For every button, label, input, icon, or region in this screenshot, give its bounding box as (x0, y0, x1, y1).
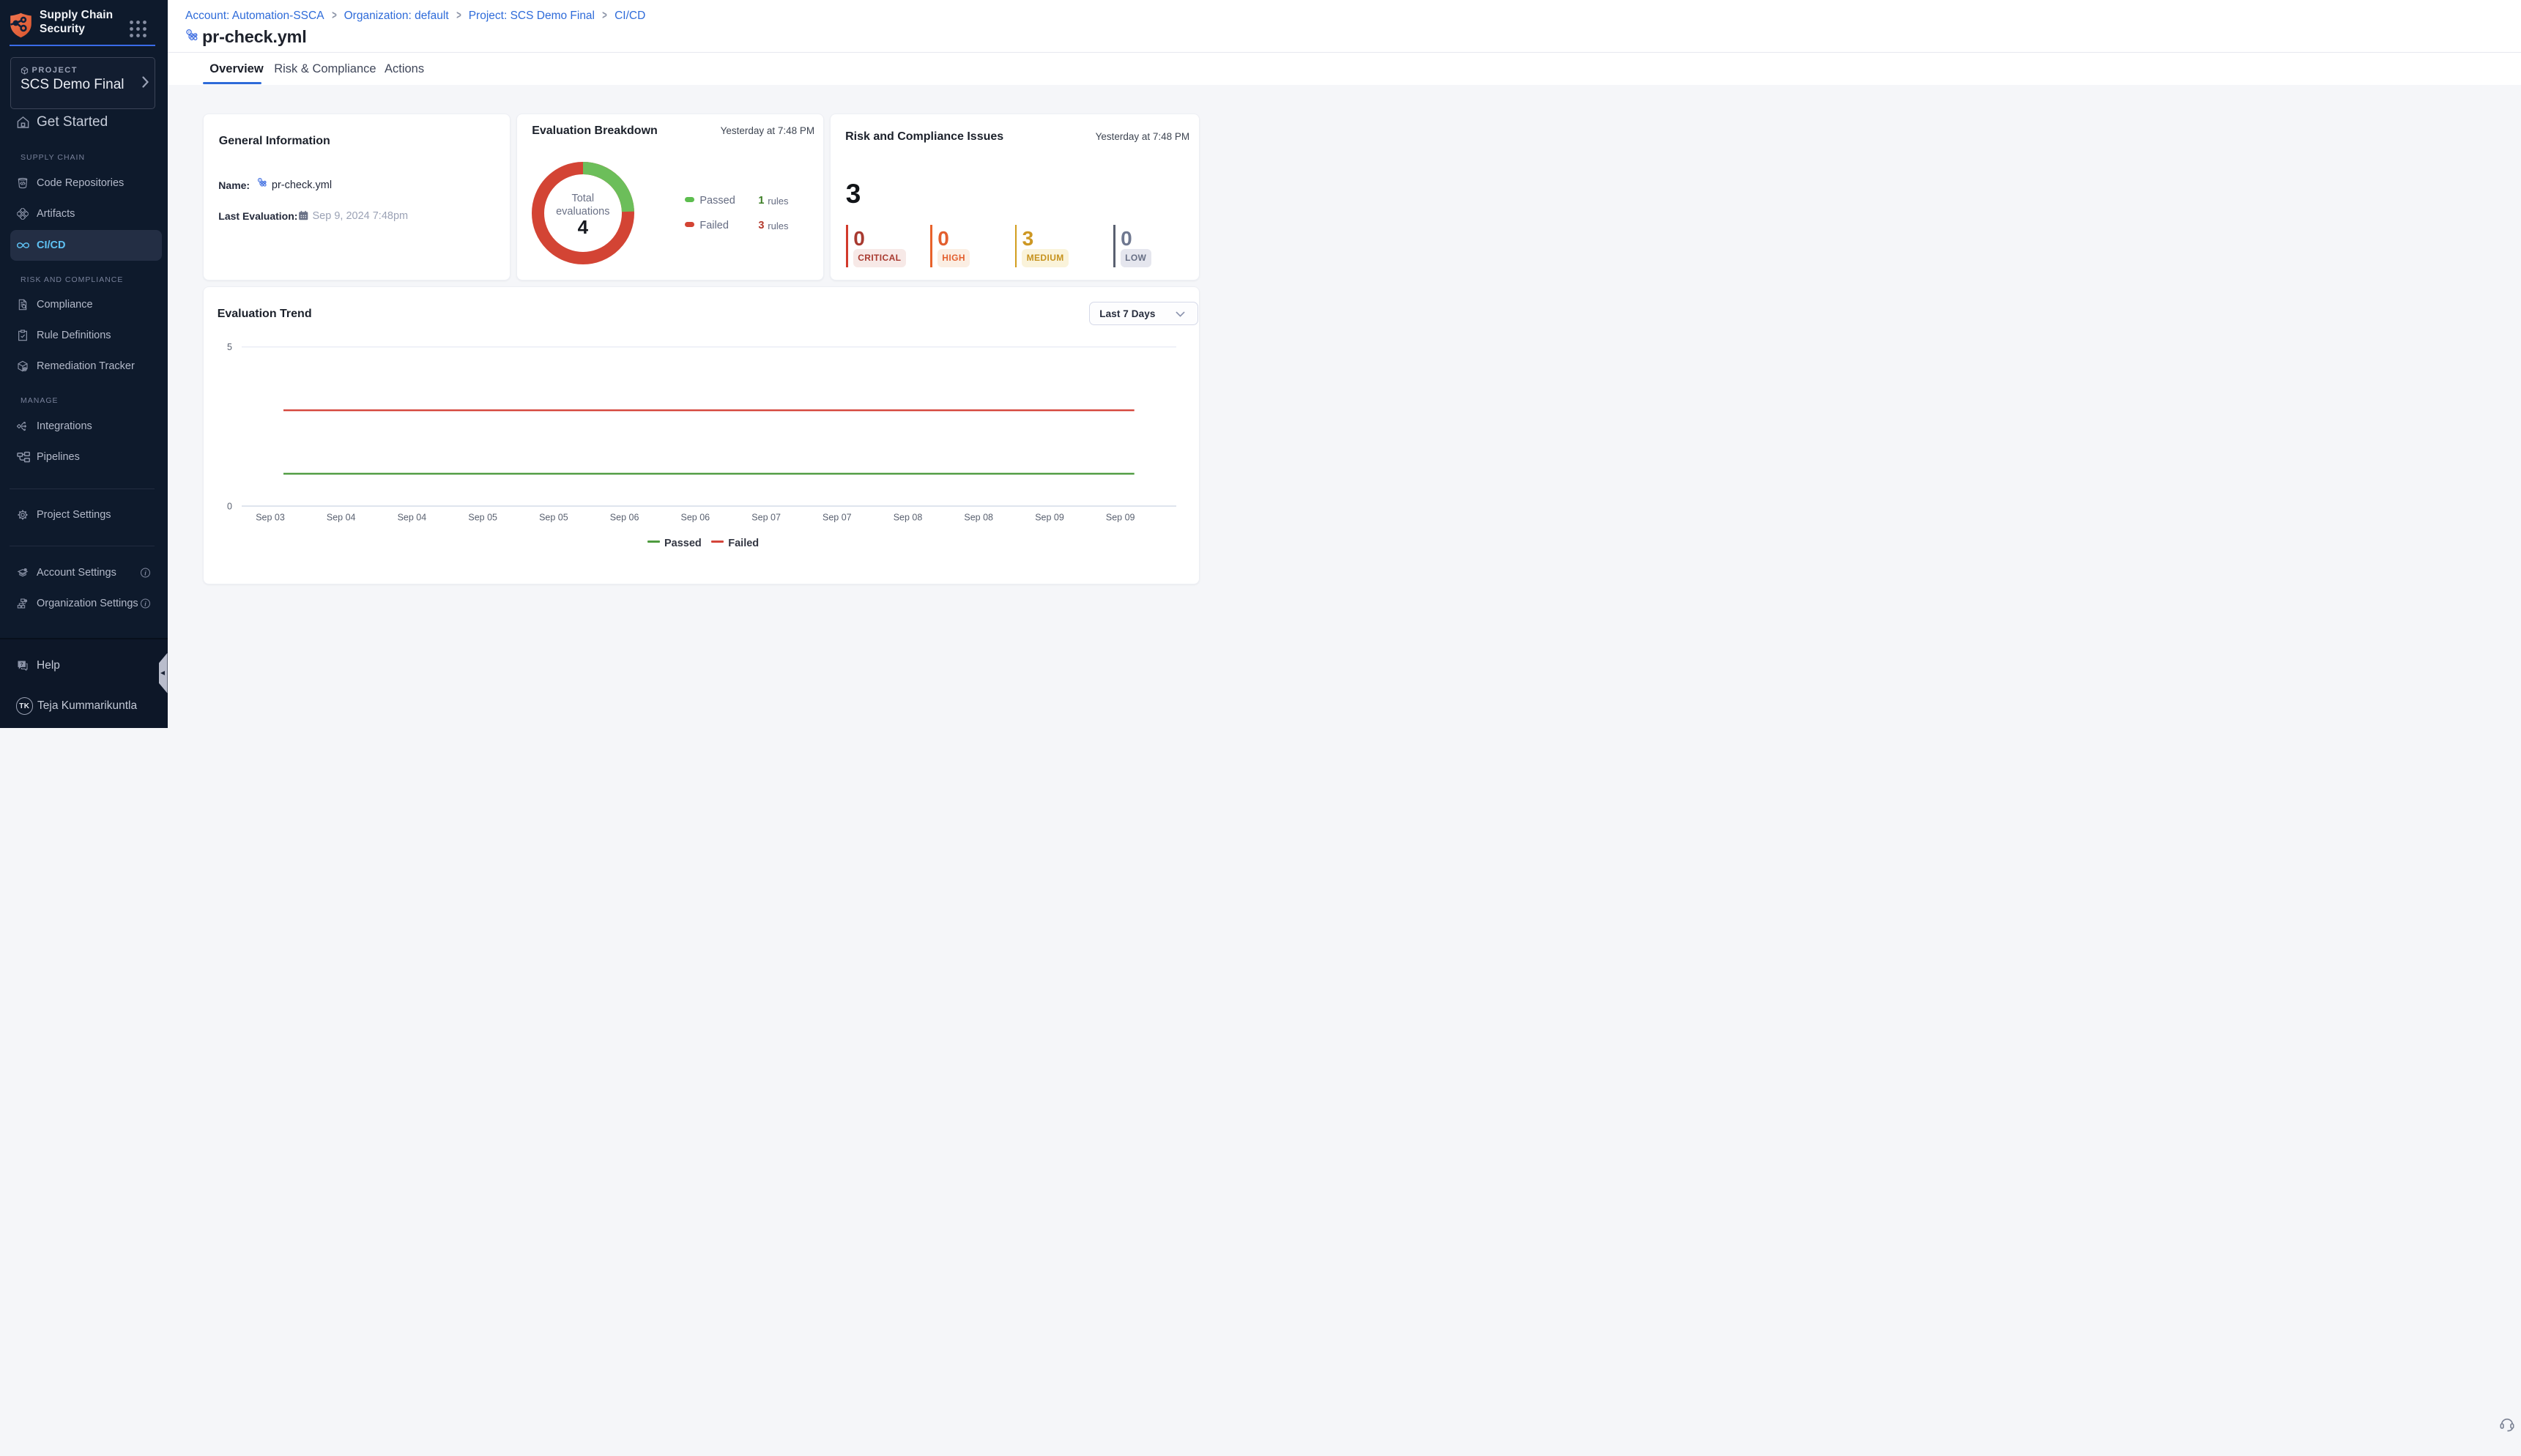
svg-text:Sep 04: Sep 04 (327, 513, 356, 523)
svg-text:Sep 05: Sep 05 (539, 513, 568, 523)
svg-text:Sep 05: Sep 05 (468, 513, 497, 523)
svg-text:?: ? (21, 661, 23, 666)
svg-text:Sep 06: Sep 06 (680, 513, 710, 523)
svg-text:Sep 04: Sep 04 (398, 513, 427, 523)
svg-text:Sep 08: Sep 08 (894, 513, 923, 523)
svg-text:Sep 08: Sep 08 (964, 513, 993, 523)
svg-text:Sep 07: Sep 07 (751, 513, 781, 523)
svg-text:Sep 07: Sep 07 (823, 513, 852, 523)
svg-text:0: 0 (227, 502, 232, 512)
svg-text:Sep 03: Sep 03 (256, 513, 285, 523)
svg-text:Sep 09: Sep 09 (1106, 513, 1135, 523)
svg-text:Sep 09: Sep 09 (1035, 513, 1064, 523)
svg-text:Sep 06: Sep 06 (610, 513, 639, 523)
svg-text:5: 5 (227, 342, 232, 352)
